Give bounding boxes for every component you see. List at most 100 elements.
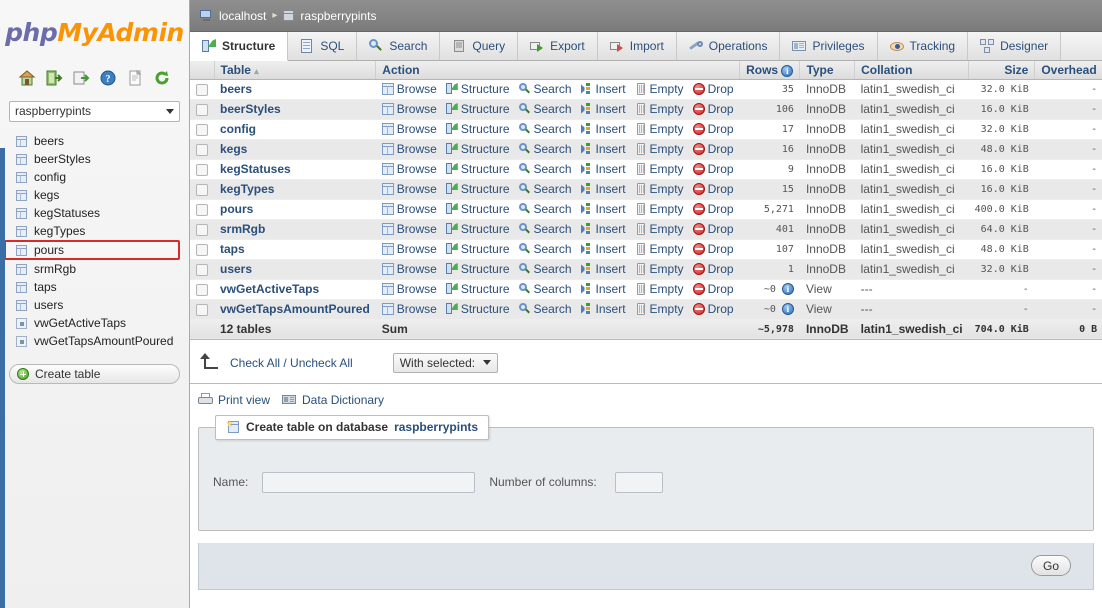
action-drop-link[interactable]: Drop xyxy=(692,242,734,256)
action-empty-link[interactable]: Empty xyxy=(635,302,684,316)
action-browse-link[interactable]: Browse xyxy=(381,162,437,176)
breadcrumb-database[interactable]: raspberrypints xyxy=(300,9,376,23)
tab-import[interactable]: Import xyxy=(597,32,677,60)
action-drop-link[interactable]: Drop xyxy=(692,262,734,276)
tab-export[interactable]: Export xyxy=(518,32,598,60)
table-name-cell[interactable]: beers xyxy=(214,79,376,100)
action-structure-link[interactable]: Structure xyxy=(445,142,510,156)
tab-designer[interactable]: Designer xyxy=(968,32,1062,60)
action-browse-link[interactable]: Browse xyxy=(381,242,437,256)
action-search-link[interactable]: Search xyxy=(518,282,572,296)
action-drop-link[interactable]: Drop xyxy=(692,302,734,316)
column-header-overhead[interactable]: Overhead xyxy=(1034,61,1102,80)
row-checkbox[interactable] xyxy=(196,143,208,156)
action-structure-link[interactable]: Structure xyxy=(445,262,510,276)
reload-icon[interactable] xyxy=(153,69,171,87)
row-checkbox[interactable] xyxy=(196,123,208,136)
action-drop-link[interactable]: Drop xyxy=(692,182,734,196)
tab-privileges[interactable]: Privileges xyxy=(780,32,878,60)
action-insert-link[interactable]: Insert xyxy=(580,82,626,96)
table-name-cell[interactable]: vwGetTapsAmountPoured xyxy=(214,299,376,320)
action-search-link[interactable]: Search xyxy=(518,302,572,316)
action-empty-link[interactable]: Empty xyxy=(635,242,684,256)
action-insert-link[interactable]: Insert xyxy=(580,142,626,156)
column-header-collation[interactable]: Collation xyxy=(854,61,970,80)
row-checkbox[interactable] xyxy=(196,163,208,176)
action-search-link[interactable]: Search xyxy=(518,102,572,116)
home-icon[interactable] xyxy=(18,69,36,87)
sidebar-table-kegs[interactable]: kegs xyxy=(14,186,189,204)
sidebar-table-pours[interactable]: pours xyxy=(4,240,180,260)
table-name-cell[interactable]: config xyxy=(214,119,376,140)
tab-query[interactable]: Query xyxy=(440,32,519,60)
action-browse-link[interactable]: Browse xyxy=(381,282,437,296)
help-icon[interactable]: ? xyxy=(99,69,117,87)
table-name-input[interactable] xyxy=(262,471,476,493)
action-search-link[interactable]: Search xyxy=(518,162,572,176)
approximate-rows-info-icon[interactable]: i xyxy=(781,283,794,295)
row-checkbox[interactable] xyxy=(196,243,208,256)
action-empty-link[interactable]: Empty xyxy=(635,262,684,276)
action-structure-link[interactable]: Structure xyxy=(445,282,510,296)
action-search-link[interactable]: Search xyxy=(518,142,572,156)
action-empty-link[interactable]: Empty xyxy=(635,222,684,236)
column-header-table[interactable]: Table ▴ xyxy=(214,61,377,80)
action-empty-link[interactable]: Empty xyxy=(635,102,684,116)
action-empty-link[interactable]: Empty xyxy=(635,82,684,96)
action-browse-link[interactable]: Browse xyxy=(381,122,437,136)
action-drop-link[interactable]: Drop xyxy=(692,122,734,136)
row-checkbox[interactable] xyxy=(196,103,208,116)
sidebar-table-kegTypes[interactable]: kegTypes xyxy=(14,222,189,240)
action-drop-link[interactable]: Drop xyxy=(692,282,734,296)
check-all-link[interactable]: Check All / Uncheck All xyxy=(230,356,353,370)
action-structure-link[interactable]: Structure xyxy=(445,162,510,176)
table-name-cell[interactable]: vwGetActiveTaps xyxy=(214,279,376,300)
action-browse-link[interactable]: Browse xyxy=(381,82,437,96)
database-select[interactable]: raspberrypints xyxy=(9,101,180,122)
sidebar-table-beerStyles[interactable]: beerStyles xyxy=(14,150,189,168)
action-search-link[interactable]: Search xyxy=(518,122,572,136)
action-drop-link[interactable]: Drop xyxy=(692,202,734,216)
table-name-cell[interactable]: kegs xyxy=(214,139,376,160)
sidebar-table-vwGetTapsAmountPoured[interactable]: vwGetTapsAmountPoured xyxy=(14,332,189,350)
action-drop-link[interactable]: Drop xyxy=(692,82,734,96)
column-header-size[interactable]: Size xyxy=(968,61,1036,80)
action-structure-link[interactable]: Structure xyxy=(445,102,510,116)
action-search-link[interactable]: Search xyxy=(518,222,572,236)
row-checkbox[interactable] xyxy=(196,223,208,236)
action-drop-link[interactable]: Drop xyxy=(692,102,734,116)
action-browse-link[interactable]: Browse xyxy=(381,262,437,276)
table-name-cell[interactable]: pours xyxy=(214,199,376,220)
sidebar-table-vwGetActiveTaps[interactable]: vwGetActiveTaps xyxy=(14,314,189,332)
action-structure-link[interactable]: Structure xyxy=(445,242,510,256)
breadcrumb-server[interactable]: localhost xyxy=(219,9,266,23)
sidebar-table-srmRgb[interactable]: srmRgb xyxy=(14,260,189,278)
data-dictionary-link[interactable]: Data Dictionary xyxy=(282,393,384,407)
table-name-cell[interactable]: kegTypes xyxy=(214,179,376,200)
row-checkbox[interactable] xyxy=(196,303,208,316)
column-header-rows[interactable]: Rows i xyxy=(739,61,801,80)
column-header-action[interactable]: Action xyxy=(375,61,741,80)
tab-structure[interactable]: Structure xyxy=(190,32,289,61)
phpmyadmin-logo[interactable]: phpMyAdmin xyxy=(0,0,189,47)
action-empty-link[interactable]: Empty xyxy=(635,182,684,196)
action-insert-link[interactable]: Insert xyxy=(580,302,626,316)
sidebar-table-beers[interactable]: beers xyxy=(14,132,189,150)
action-search-link[interactable]: Search xyxy=(518,202,572,216)
query-window-icon[interactable] xyxy=(72,69,90,87)
row-checkbox[interactable] xyxy=(196,283,208,296)
action-search-link[interactable]: Search xyxy=(518,242,572,256)
sidebar-table-config[interactable]: config xyxy=(14,168,189,186)
rows-info-icon[interactable]: i xyxy=(781,64,794,77)
action-browse-link[interactable]: Browse xyxy=(381,102,437,116)
action-insert-link[interactable]: Insert xyxy=(580,222,626,236)
action-browse-link[interactable]: Browse xyxy=(381,202,437,216)
tab-search[interactable]: Search xyxy=(357,32,441,60)
action-empty-link[interactable]: Empty xyxy=(635,122,684,136)
tab-tracking[interactable]: Tracking xyxy=(877,32,969,60)
action-empty-link[interactable]: Empty xyxy=(635,282,684,296)
action-empty-link[interactable]: Empty xyxy=(635,202,684,216)
tab-sql[interactable]: SQL xyxy=(288,32,358,60)
column-count-input[interactable] xyxy=(614,471,663,493)
logout-icon[interactable] xyxy=(45,69,63,87)
